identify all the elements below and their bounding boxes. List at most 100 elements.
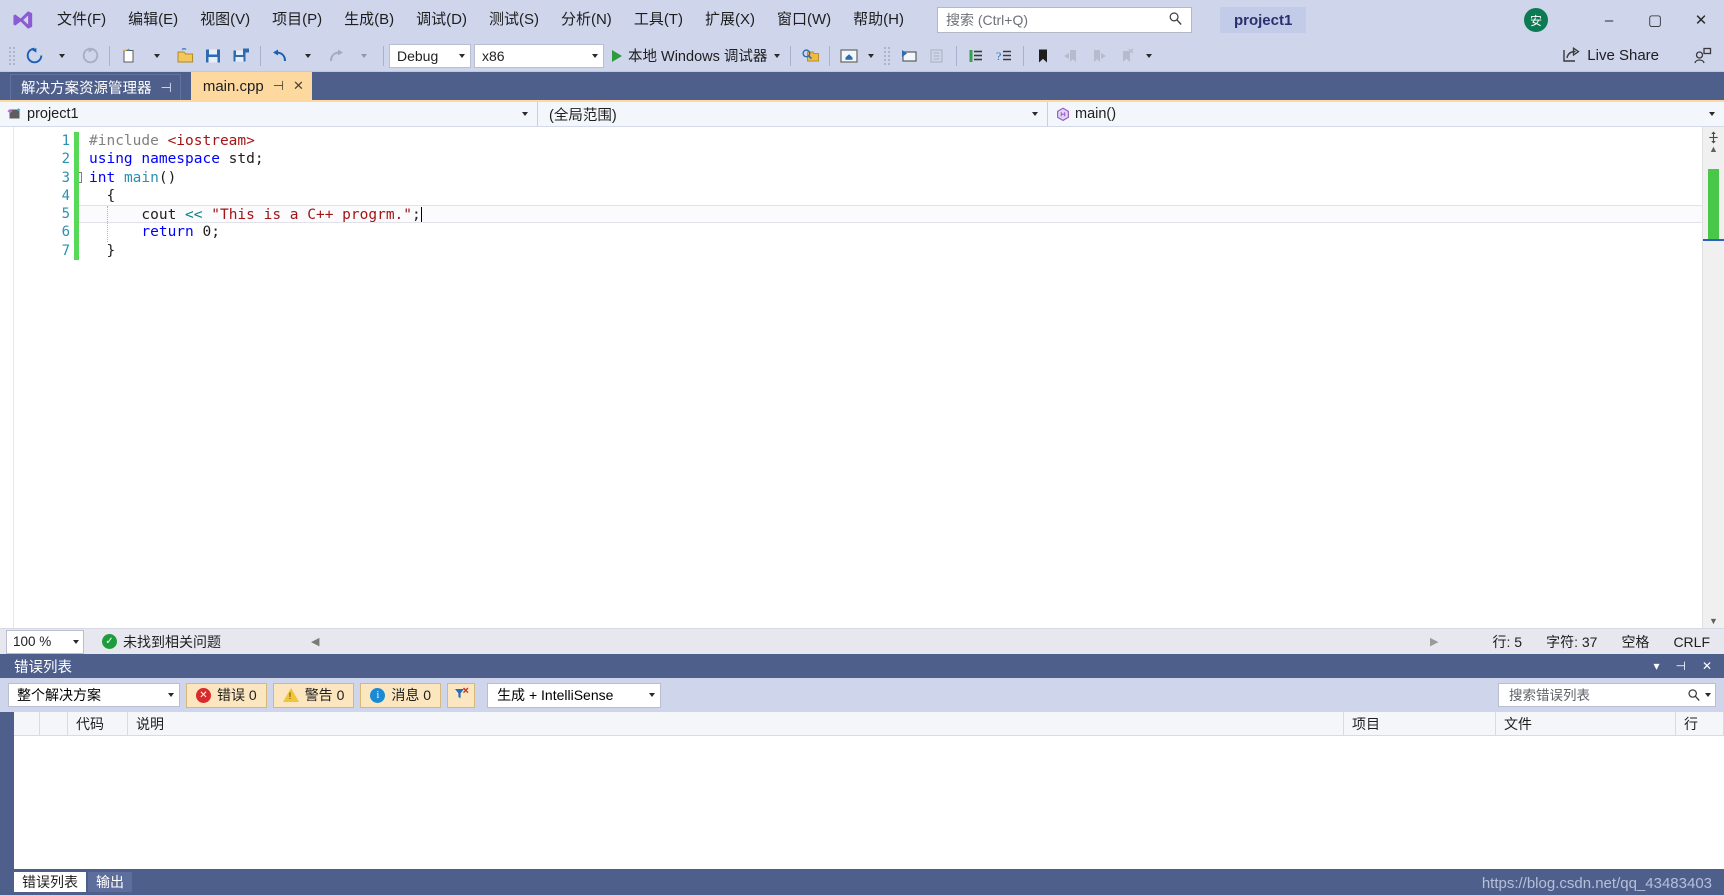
close-icon[interactable]: ✕	[293, 78, 304, 94]
bottom-tab-output[interactable]: 输出	[88, 872, 132, 892]
solution-platform-combo[interactable]: x86	[474, 43, 604, 68]
menu-project[interactable]: 项目(P)	[261, 0, 333, 40]
live-share-button[interactable]: Live Share	[1554, 43, 1667, 69]
code-line[interactable]: −int main()	[79, 169, 1702, 187]
error-list-rows[interactable]	[14, 736, 1724, 869]
tab-solution-explorer[interactable]: 解决方案资源管理器 ⊣	[10, 74, 181, 100]
chevron-down-icon[interactable]: ▾	[1653, 659, 1659, 673]
quick-search-box[interactable]	[936, 7, 1192, 33]
error-list-search-box[interactable]	[1498, 683, 1716, 707]
properties-window-icon[interactable]	[924, 44, 950, 68]
menu-analyze[interactable]: 分析(N)	[550, 0, 623, 40]
error-scope-combo[interactable]: 整个解决方案	[8, 683, 180, 707]
new-project-dropdown-icon[interactable]	[144, 44, 170, 68]
code-line[interactable]: {	[79, 187, 1702, 205]
navigate-forward-icon[interactable]	[77, 44, 103, 68]
toolbar-overflow-icon[interactable]	[1142, 44, 1156, 68]
code-line[interactable]: cout << "This is a C++ progrm.";	[79, 205, 1702, 224]
task-list-icon[interactable]: ?	[991, 44, 1017, 68]
next-bookmark-icon[interactable]	[1086, 44, 1112, 68]
clear-bookmarks-icon[interactable]	[1114, 44, 1140, 68]
col-project[interactable]: 项目	[1344, 711, 1496, 736]
collapse-region-icon[interactable]: −	[79, 171, 82, 183]
menu-test[interactable]: 测试(S)	[478, 0, 550, 40]
navigate-backward-dropdown-icon[interactable]	[49, 44, 75, 68]
menu-debug[interactable]: 调试(D)	[405, 0, 478, 40]
scroll-up-arrow[interactable]: ▲	[1709, 144, 1718, 154]
scroll-down-arrow[interactable]: ▼	[1709, 616, 1718, 626]
code-line[interactable]: using namespace std;	[79, 150, 1702, 168]
menu-file[interactable]: 文件(F)	[46, 0, 117, 40]
navigate-backward-icon[interactable]	[21, 44, 47, 68]
home-window-icon[interactable]	[836, 44, 862, 68]
minimize-button[interactable]: –	[1586, 0, 1632, 40]
menu-view[interactable]: 视图(V)	[189, 0, 261, 40]
col-file[interactable]: 文件	[1496, 711, 1676, 736]
filter-warnings-button[interactable]: 警告 0	[272, 682, 355, 708]
line-ending-label[interactable]: CRLF	[1673, 634, 1710, 650]
member-selector-combo[interactable]: main()	[1048, 102, 1724, 126]
error-list-table[interactable]: 代码 说明 项目 文件行	[14, 711, 1724, 869]
redo-icon[interactable]	[323, 44, 349, 68]
error-source-combo[interactable]: 生成 + IntelliSense	[487, 682, 662, 708]
filter-messages-button[interactable]: i 消息 0	[360, 682, 442, 708]
new-project-icon[interactable]	[116, 44, 142, 68]
code-line[interactable]: return 0;	[79, 223, 1702, 242]
project-selector-combo[interactable]: project1	[0, 102, 538, 126]
search-input[interactable]	[937, 9, 1156, 31]
chevron-down-icon[interactable]	[1705, 693, 1711, 697]
pin-icon[interactable]: ⊣	[273, 78, 284, 94]
col-line[interactable]: 行	[1676, 711, 1724, 736]
toolbar-grip-2[interactable]	[883, 45, 892, 66]
menu-build[interactable]: 生成(B)	[333, 0, 405, 40]
undo-dropdown-icon[interactable]	[295, 44, 321, 68]
col-gutter[interactable]	[14, 711, 40, 736]
hscroll-right-arrow[interactable]: ▶	[1430, 635, 1438, 648]
menu-window[interactable]: 窗口(W)	[766, 0, 842, 40]
col-code[interactable]: 代码	[68, 711, 128, 736]
pin-icon[interactable]: ⊣	[161, 80, 172, 96]
menu-extensions[interactable]: 扩展(X)	[694, 0, 766, 40]
clear-filter-button[interactable]	[447, 682, 476, 708]
code-line[interactable]: #include <iostream>	[79, 132, 1702, 150]
toolbar-grip[interactable]	[8, 45, 16, 66]
code-line[interactable]: }	[79, 242, 1702, 260]
zoom-level-combo[interactable]: 100 %	[6, 629, 84, 654]
close-button[interactable]: ✕	[1678, 0, 1724, 40]
save-file-icon[interactable]	[200, 44, 226, 68]
filter-errors-button[interactable]: ✕ 错误 0	[186, 682, 267, 708]
maximize-button[interactable]: ▢	[1632, 0, 1678, 40]
menu-edit[interactable]: 编辑(E)	[117, 0, 189, 40]
solution-name-pill[interactable]: project1	[1219, 7, 1307, 33]
close-icon[interactable]: ✕	[1702, 659, 1712, 673]
account-avatar[interactable]: 安	[1524, 8, 1548, 32]
menu-tools[interactable]: 工具(T)	[623, 0, 694, 40]
vertical-scrollbar[interactable]: ▲ ▼	[1702, 127, 1724, 628]
search-folder-icon[interactable]	[797, 44, 823, 68]
solution-configuration-combo[interactable]: Debug	[389, 43, 471, 68]
previous-bookmark-icon[interactable]	[1058, 44, 1084, 68]
error-search-input[interactable]	[1507, 686, 1687, 704]
home-dropdown-icon[interactable]	[864, 44, 878, 68]
col-description[interactable]: 说明	[128, 711, 1344, 736]
feedback-icon[interactable]	[1689, 44, 1715, 68]
solution-explorer-window-icon[interactable]	[896, 44, 922, 68]
hscroll-left-arrow[interactable]: ◀	[311, 635, 319, 648]
toggle-bookmark-icon[interactable]	[1030, 44, 1056, 68]
open-file-icon[interactable]	[172, 44, 198, 68]
tab-main-cpp[interactable]: main.cpp ⊣ ✕	[190, 72, 312, 100]
undo-icon[interactable]	[267, 44, 293, 68]
toolbox-icon[interactable]	[963, 44, 989, 68]
start-debugging-button[interactable]: 本地 Windows 调试器	[607, 44, 785, 68]
issues-status[interactable]: ✓ 未找到相关问题	[102, 632, 221, 652]
scroll-options-icon[interactable]	[1707, 131, 1720, 144]
menu-help[interactable]: 帮助(H)	[842, 0, 915, 40]
col-severity[interactable]	[40, 711, 68, 736]
scope-selector-combo[interactable]: (全局范围)	[538, 102, 1048, 126]
save-all-icon[interactable]	[228, 44, 254, 68]
redo-dropdown-icon[interactable]	[351, 44, 377, 68]
bottom-tab-error-list[interactable]: 错误列表	[14, 872, 86, 892]
indentation-label[interactable]: 空格	[1621, 632, 1649, 652]
pin-icon[interactable]: ⊣	[1675, 659, 1685, 673]
code-editor[interactable]: 1234567 #include <iostream> using namespa…	[0, 127, 1724, 628]
